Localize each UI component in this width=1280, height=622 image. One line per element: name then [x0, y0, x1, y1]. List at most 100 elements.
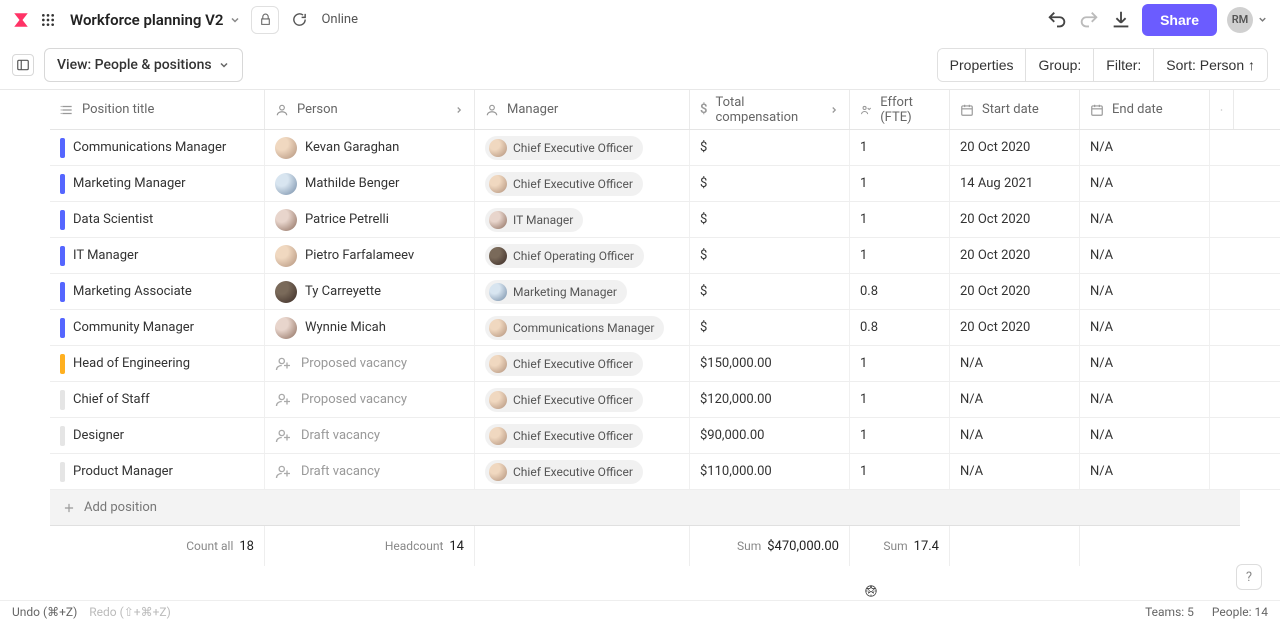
cell-start-date[interactable]: 20 Oct 2020 [950, 274, 1080, 309]
manager-chip[interactable]: IT Manager [485, 208, 583, 232]
cell-end-date[interactable]: N/A [1080, 130, 1210, 165]
redo-button[interactable] [1078, 9, 1100, 31]
add-column-button[interactable] [1210, 90, 1234, 129]
cell-start-date[interactable]: 20 Oct 2020 [950, 238, 1080, 273]
manager-chip[interactable]: Chief Executive Officer [485, 172, 643, 196]
table-row[interactable]: Communications Manager Kevan Garaghan Ch… [50, 130, 1280, 166]
share-button[interactable]: Share [1142, 4, 1217, 36]
cell-fte[interactable]: 1 [850, 454, 950, 489]
table-row[interactable]: Designer Draft vacancy Chief Executive O… [50, 418, 1280, 454]
cell-end-date[interactable]: N/A [1080, 454, 1210, 489]
cell-compensation[interactable]: $ [690, 166, 850, 201]
cell-end-date[interactable]: N/A [1080, 238, 1210, 273]
cell-start-date[interactable]: N/A [950, 346, 1080, 381]
cell-compensation[interactable]: $ [690, 238, 850, 273]
cell-title[interactable]: Designer [50, 418, 265, 453]
undo-button[interactable] [1046, 9, 1068, 31]
filter-button[interactable]: Filter: [1093, 49, 1153, 81]
cell-compensation[interactable]: $90,000.00 [690, 418, 850, 453]
cell-compensation[interactable]: $150,000.00 [690, 346, 850, 381]
cell-end-date[interactable]: N/A [1080, 346, 1210, 381]
refresh-button[interactable] [289, 10, 309, 30]
manager-chip[interactable]: Communications Manager [485, 316, 664, 340]
cell-manager[interactable]: Chief Executive Officer [475, 166, 690, 201]
cell-compensation[interactable]: $ [690, 202, 850, 237]
properties-button[interactable]: Properties [938, 49, 1026, 81]
table-row[interactable]: Data Scientist Patrice Petrelli IT Manag… [50, 202, 1280, 238]
cell-fte[interactable]: 1 [850, 166, 950, 201]
cell-manager[interactable]: Chief Executive Officer [475, 382, 690, 417]
cell-compensation[interactable]: $ [690, 274, 850, 309]
cell-person[interactable]: Draft vacancy [265, 418, 475, 453]
cell-fte[interactable]: 1 [850, 382, 950, 417]
cell-manager[interactable]: Chief Executive Officer [475, 346, 690, 381]
cell-person[interactable]: Ty Carreyette [265, 274, 475, 309]
cell-compensation[interactable]: $120,000.00 [690, 382, 850, 417]
cell-compensation[interactable]: $ [690, 310, 850, 345]
cell-end-date[interactable]: N/A [1080, 202, 1210, 237]
col-header-compensation[interactable]: $ Total compensation [690, 90, 850, 129]
sidebar-toggle[interactable] [12, 54, 34, 76]
cell-person[interactable]: Kevan Garaghan [265, 130, 475, 165]
group-button[interactable]: Group: [1025, 49, 1093, 81]
manager-chip[interactable]: Chief Executive Officer [485, 136, 643, 160]
cell-start-date[interactable]: 20 Oct 2020 [950, 310, 1080, 345]
document-title[interactable]: Workforce planning V2 [70, 11, 241, 29]
cell-person[interactable]: Proposed vacancy [265, 346, 475, 381]
cell-fte[interactable]: 0.8 [850, 310, 950, 345]
cell-manager[interactable]: IT Manager [475, 202, 690, 237]
cell-start-date[interactable]: 20 Oct 2020 [950, 202, 1080, 237]
cell-manager[interactable]: Chief Executive Officer [475, 418, 690, 453]
cell-fte[interactable]: 1 [850, 346, 950, 381]
undo-shortcut[interactable]: Undo (⌘+Z) [12, 605, 77, 619]
table-row[interactable]: Marketing Associate Ty Carreyette Market… [50, 274, 1280, 310]
manager-chip[interactable]: Chief Executive Officer [485, 460, 643, 484]
cell-person[interactable]: Wynnie Micah [265, 310, 475, 345]
col-header-manager[interactable]: Manager [475, 90, 690, 129]
cell-start-date[interactable]: N/A [950, 454, 1080, 489]
col-header-title[interactable]: Position title [50, 90, 265, 129]
cell-fte[interactable]: 0.8 [850, 274, 950, 309]
cell-title[interactable]: Communications Manager [50, 130, 265, 165]
cell-start-date[interactable]: N/A [950, 382, 1080, 417]
cell-person[interactable]: Patrice Petrelli [265, 202, 475, 237]
cell-fte[interactable]: 1 [850, 238, 950, 273]
table-row[interactable]: Marketing Manager Mathilde Benger Chief … [50, 166, 1280, 202]
cell-end-date[interactable]: N/A [1080, 382, 1210, 417]
cell-start-date[interactable]: 14 Aug 2021 [950, 166, 1080, 201]
cell-end-date[interactable]: N/A [1080, 310, 1210, 345]
cell-manager[interactable]: Chief Executive Officer [475, 454, 690, 489]
cell-manager[interactable]: Marketing Manager [475, 274, 690, 309]
cell-title[interactable]: Community Manager [50, 310, 265, 345]
manager-chip[interactable]: Chief Executive Officer [485, 352, 643, 376]
cell-end-date[interactable]: N/A [1080, 274, 1210, 309]
cell-title[interactable]: IT Manager [50, 238, 265, 273]
cell-title[interactable]: Chief of Staff [50, 382, 265, 417]
view-selector[interactable]: View: People & positions [44, 48, 243, 82]
add-row-button[interactable]: Add position [50, 490, 1240, 526]
cell-fte[interactable]: 1 [850, 418, 950, 453]
table-row[interactable]: Chief of Staff Proposed vacancy Chief Ex… [50, 382, 1280, 418]
table-row[interactable]: IT Manager Pietro Farfalameev Chief Oper… [50, 238, 1280, 274]
cell-manager[interactable]: Chief Executive Officer [475, 130, 690, 165]
cell-title[interactable]: Head of Engineering [50, 346, 265, 381]
cell-start-date[interactable]: N/A [950, 418, 1080, 453]
cell-end-date[interactable]: N/A [1080, 166, 1210, 201]
manager-chip[interactable]: Chief Executive Officer [485, 424, 643, 448]
cell-compensation[interactable]: $ [690, 130, 850, 165]
table-row[interactable]: Community Manager Wynnie Micah Communica… [50, 310, 1280, 346]
cell-fte[interactable]: 1 [850, 130, 950, 165]
cell-start-date[interactable]: 20 Oct 2020 [950, 130, 1080, 165]
cell-fte[interactable]: 1 [850, 202, 950, 237]
col-header-start[interactable]: Start date [950, 90, 1080, 129]
cell-title[interactable]: Data Scientist [50, 202, 265, 237]
cell-compensation[interactable]: $110,000.00 [690, 454, 850, 489]
cell-person[interactable]: Mathilde Benger [265, 166, 475, 201]
cell-person[interactable]: Pietro Farfalameev [265, 238, 475, 273]
user-menu[interactable]: RM [1227, 7, 1268, 33]
col-header-end[interactable]: End date [1080, 90, 1210, 129]
lock-button[interactable] [251, 6, 279, 34]
table-row[interactable]: Product Manager Draft vacancy Chief Exec… [50, 454, 1280, 490]
manager-chip[interactable]: Marketing Manager [485, 280, 627, 304]
cell-end-date[interactable]: N/A [1080, 418, 1210, 453]
